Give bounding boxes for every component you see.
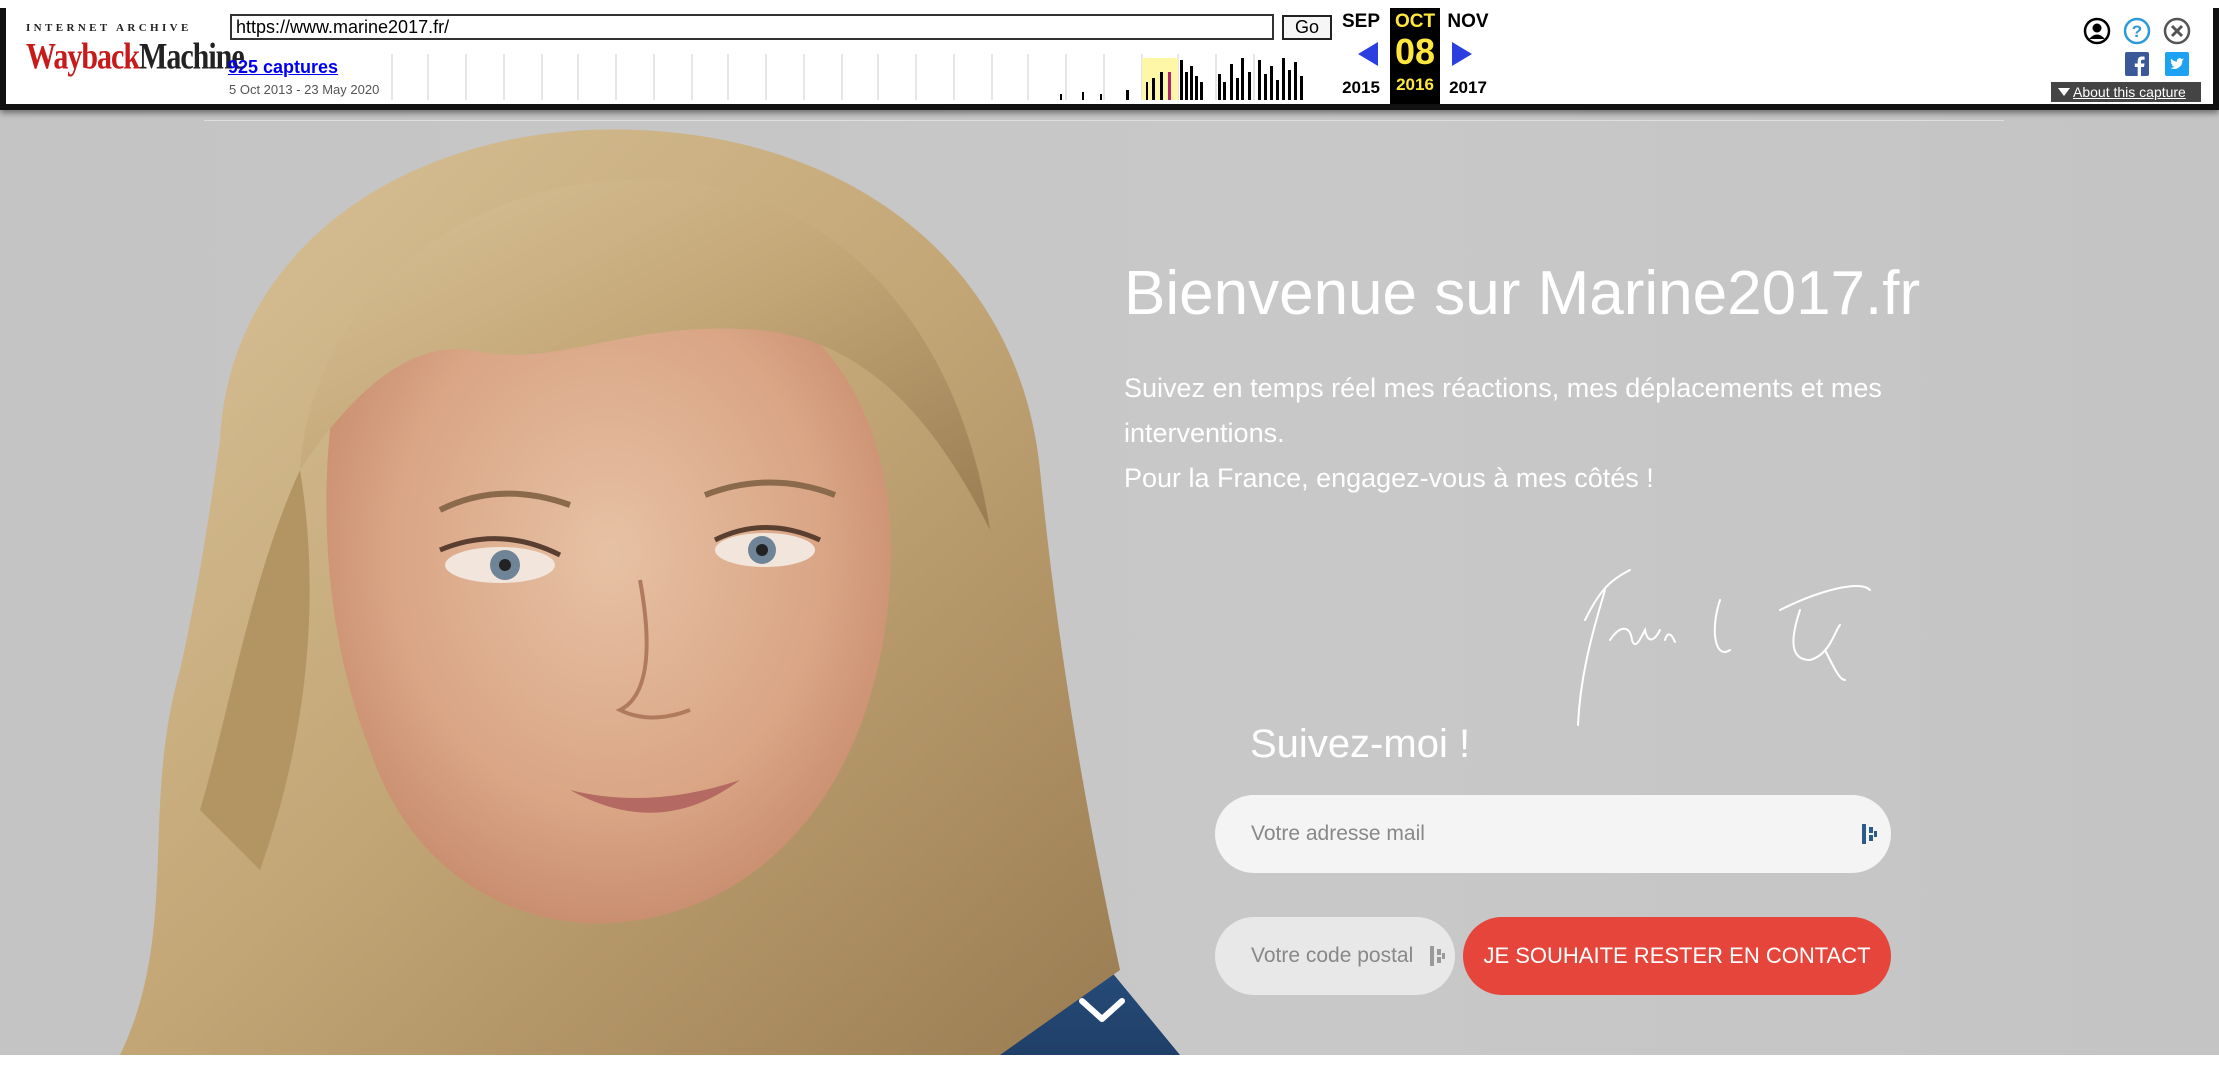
logo-internet-archive: INTERNET ARCHIVE — [26, 22, 192, 34]
svg-text:?: ? — [2132, 22, 2142, 41]
captures-link[interactable]: 925 captures — [228, 57, 338, 78]
about-capture-link[interactable]: About this capture — [2051, 82, 2201, 102]
stay-in-contact-button[interactable]: JE SOUHAITE RESTER EN CONTACT — [1463, 917, 1891, 995]
twitter-icon[interactable] — [2165, 52, 2189, 76]
go-button[interactable]: Go — [1282, 15, 1332, 40]
intro-text: Suivez en temps réel mes réactions, mes … — [1124, 366, 1944, 501]
chevron-down-icon[interactable] — [1078, 995, 1126, 1025]
captures-date-range: 5 Oct 2013 - 23 May 2020 — [229, 82, 380, 97]
prev-capture-arrow-icon[interactable] — [1358, 42, 1378, 66]
password-manager-icon[interactable] — [1861, 823, 1879, 845]
user-icon[interactable] — [2083, 17, 2111, 45]
candidate-portrait — [120, 129, 1180, 1055]
toolbar-edge-left — [0, 8, 6, 108]
signature-image — [1577, 569, 1871, 726]
follow-title: Suivez-moi ! — [1250, 722, 1471, 766]
next-capture-arrow-icon[interactable] — [1452, 42, 1472, 66]
current-capture-date: OCT 08 2016 — [1390, 8, 1440, 104]
help-icon[interactable]: ? — [2123, 17, 2151, 45]
intro-line-2: Pour la France, engagez-vous à mes côtés… — [1124, 463, 1654, 493]
postal-placeholder: Votre code postal — [1251, 944, 1414, 967]
facebook-icon[interactable] — [2125, 52, 2149, 76]
logo-wayback-word: Wayback — [26, 36, 140, 78]
next-month-label[interactable]: NOV — [1440, 11, 1496, 33]
capture-sparkline[interactable] — [388, 52, 1310, 100]
wayback-logo[interactable]: INTERNET ARCHIVE WaybackMachine — [26, 22, 245, 88]
current-month-label: OCT — [1394, 11, 1436, 32]
current-year-label: 2016 — [1396, 75, 1434, 94]
caret-down-icon — [2058, 88, 2070, 96]
logo-wayback-machine: WaybackMachine — [26, 36, 245, 79]
password-manager-icon[interactable] — [1429, 945, 1447, 967]
current-day-label: 08 — [1394, 31, 1436, 72]
toolbar-edge-right — [2213, 8, 2219, 108]
next-year-label[interactable]: 2017 — [1440, 78, 1496, 98]
wayback-toolbar: INTERNET ARCHIVE WaybackMachine https://… — [0, 0, 2219, 110]
prev-year-label[interactable]: 2015 — [1333, 78, 1389, 98]
intro-line-1: Suivez en temps réel mes réactions, mes … — [1124, 373, 1882, 448]
hero-section: Bienvenue sur Marine2017.fr Suivez en te… — [0, 110, 2219, 1055]
close-icon[interactable] — [2163, 17, 2191, 45]
postal-code-field[interactable]: Votre code postal — [1215, 917, 1455, 995]
prev-month-label[interactable]: SEP — [1333, 11, 1389, 33]
email-field[interactable]: Votre adresse mail — [1215, 795, 1891, 873]
page-headline: Bienvenue sur Marine2017.fr — [1124, 259, 1921, 328]
about-capture-label: About this capture — [2073, 84, 2186, 100]
email-placeholder: Votre adresse mail — [1251, 822, 1425, 845]
url-input[interactable]: https://www.marine2017.fr/ — [230, 14, 1274, 40]
